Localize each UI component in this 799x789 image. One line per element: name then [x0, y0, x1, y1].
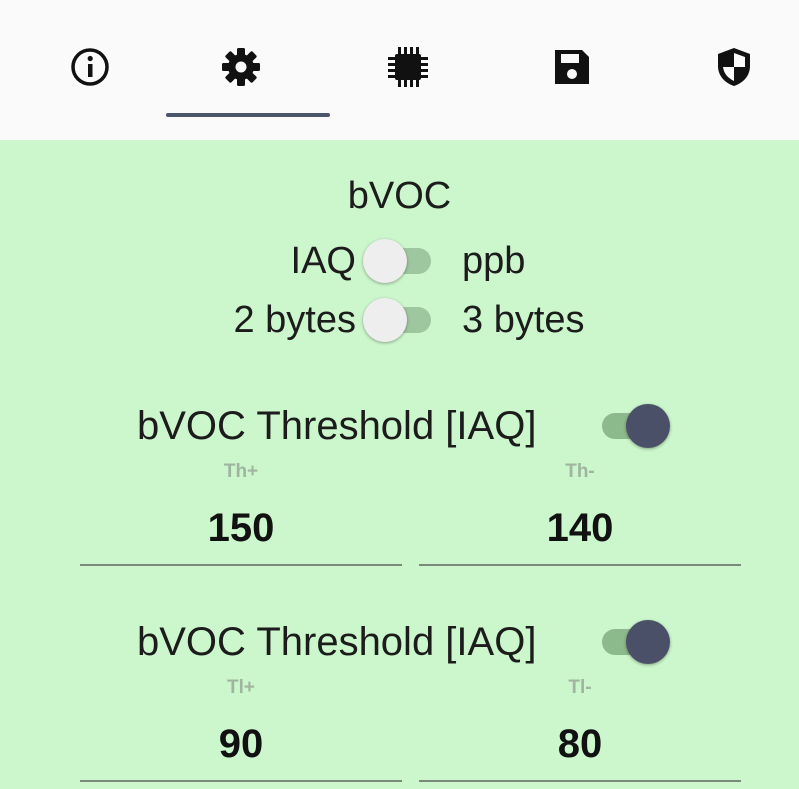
- size-switch[interactable]: [363, 296, 435, 344]
- th-plus-value[interactable]: 150: [80, 506, 402, 551]
- th-minus-hint: Th-: [565, 461, 595, 482]
- tab-settings[interactable]: [196, 22, 286, 112]
- tab-chip[interactable]: [363, 22, 453, 112]
- save-icon: [555, 50, 589, 84]
- th-plus-hint: Th+: [223, 461, 259, 482]
- unit-left-label: IAQ: [290, 240, 356, 282]
- tl-minus-value[interactable]: 80: [419, 722, 741, 767]
- threshold-high-switch[interactable]: [596, 402, 670, 450]
- th-minus-value[interactable]: 140: [419, 506, 741, 551]
- tab-info[interactable]: [45, 22, 135, 112]
- selected-tab-indicator: [166, 113, 330, 117]
- threshold-low-switch[interactable]: [596, 618, 670, 666]
- th-plus-underline: [80, 564, 402, 566]
- tl-plus-value[interactable]: 90: [80, 722, 402, 767]
- tab-bar: [0, 0, 799, 140]
- size-toggle-row: 2 bytes 3 bytes: [0, 296, 799, 344]
- gear-icon: [222, 48, 260, 86]
- size-right-label: 3 bytes: [462, 299, 585, 341]
- size-left-label: 2 bytes: [233, 299, 356, 341]
- tl-minus-underline: [419, 780, 741, 782]
- threshold-high-title: bVOC Threshold [IAQ]: [137, 404, 537, 448]
- info-icon: [71, 48, 109, 86]
- threshold-low-title: bVOC Threshold [IAQ]: [137, 620, 537, 664]
- chip-icon: [388, 47, 428, 87]
- app-frame: bVOC IAQ ppb 2 bytes 3 bytes bVOC Thresh…: [0, 0, 799, 789]
- tl-minus-hint: Tl-: [568, 677, 592, 698]
- th-minus-underline: [419, 564, 741, 566]
- threshold-low-header: bVOC Threshold [IAQ]: [0, 614, 799, 670]
- section-title: bVOC: [347, 175, 452, 217]
- tl-plus-hint: Tl+: [227, 677, 255, 698]
- tab-save[interactable]: [527, 22, 617, 112]
- tl-plus-underline: [80, 780, 402, 782]
- threshold-high-header: bVOC Threshold [IAQ]: [0, 398, 799, 454]
- unit-switch[interactable]: [363, 237, 435, 285]
- unit-toggle-row: IAQ ppb: [0, 237, 799, 285]
- shield-icon: [718, 48, 750, 86]
- unit-right-label: ppb: [462, 240, 526, 282]
- tab-security[interactable]: [689, 22, 779, 112]
